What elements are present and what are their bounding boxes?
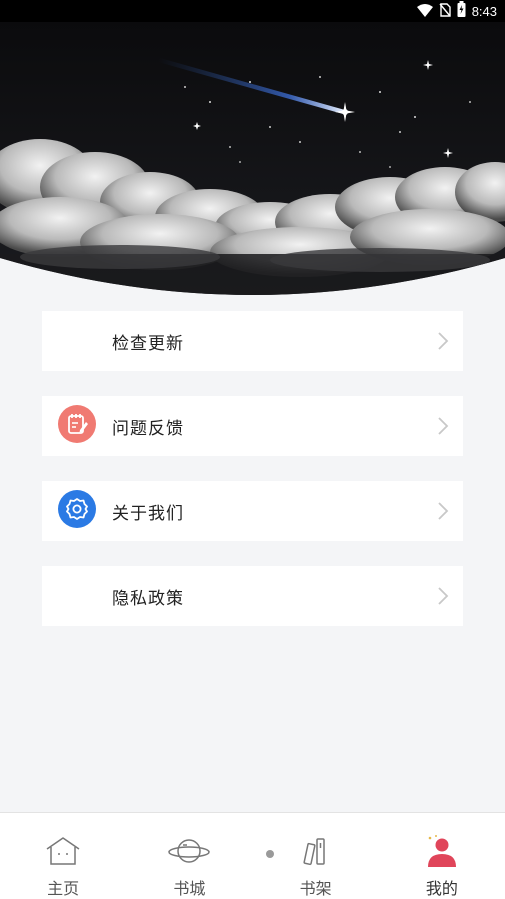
bookshelf-icon (294, 831, 338, 871)
feedback-notepad-icon (58, 405, 96, 447)
menu-item-about-us[interactable]: 关于我们 (42, 481, 463, 541)
chevron-right-icon (423, 311, 463, 371)
menu-item-label: 问题反馈 (112, 418, 184, 439)
status-bar: 8:43 (0, 0, 505, 22)
menu-icon-slot (42, 481, 112, 541)
no-sim-icon (439, 2, 451, 21)
bottom-tab-bar: 主页 书城 书架 我的 (0, 812, 505, 899)
home-icon (41, 831, 85, 871)
menu-item-privacy-policy[interactable]: 隐私政策 (42, 566, 463, 626)
tab-bookstore[interactable]: 书城 (126, 813, 252, 899)
tab-label: 书架 (299, 879, 332, 898)
floating-indicator-dot (266, 850, 274, 858)
user-icon (420, 831, 464, 871)
menu-item-label: 关于我们 (112, 503, 184, 524)
chevron-right-icon (423, 566, 463, 626)
menu-icon-slot (42, 396, 112, 456)
tab-label: 书城 (173, 879, 206, 898)
profile-header-image (0, 22, 505, 298)
menu-item-check-update[interactable]: 检查更新 (42, 311, 463, 371)
battery-charging-icon (457, 1, 466, 21)
tab-label: 主页 (47, 879, 80, 898)
status-icons: 8:43 (416, 1, 497, 21)
tab-label: 我的 (425, 879, 458, 898)
menu-item-feedback[interactable]: 问题反馈 (42, 396, 463, 456)
wifi-icon (416, 2, 433, 21)
chevron-right-icon (423, 396, 463, 456)
menu-icon-slot (42, 566, 112, 626)
tab-mine[interactable]: 我的 (379, 813, 505, 899)
planet-icon (167, 831, 211, 871)
tab-home[interactable]: 主页 (0, 813, 126, 899)
menu-item-label: 隐私政策 (112, 588, 184, 609)
status-time: 8:43 (471, 3, 497, 19)
menu-icon-slot (42, 311, 112, 371)
menu-item-label: 检查更新 (112, 333, 184, 354)
chevron-right-icon (423, 481, 463, 541)
settings-gear-icon (58, 490, 96, 532)
